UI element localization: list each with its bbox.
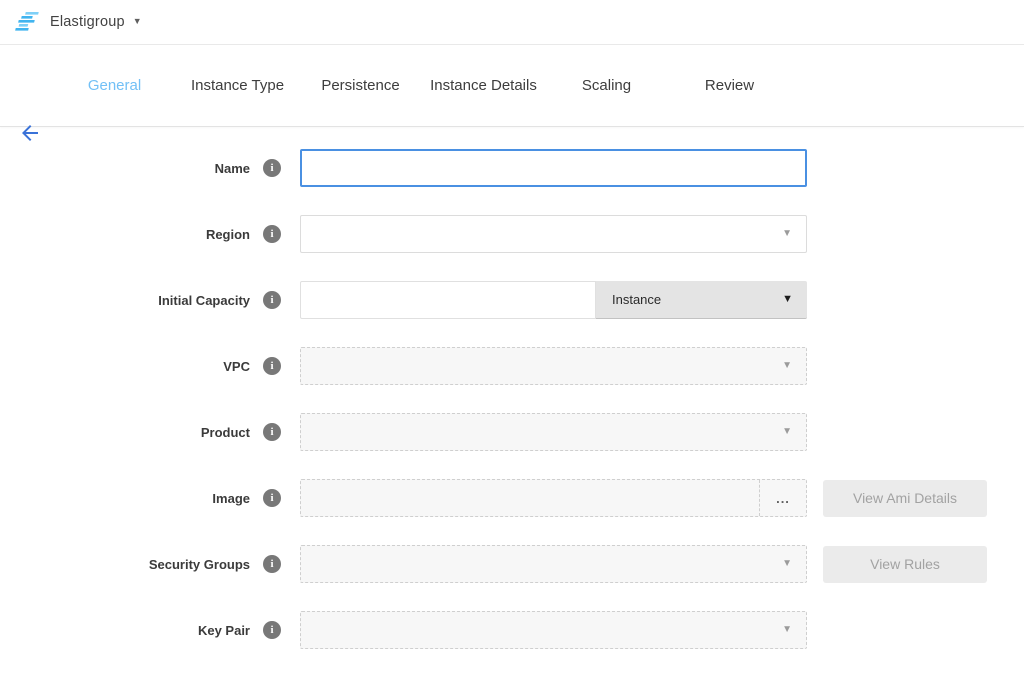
initial-capacity-input[interactable] — [300, 281, 596, 319]
form-row-security-groups: Security Groups i ▼ View Rules — [0, 545, 1024, 583]
region-info-icon[interactable]: i — [263, 225, 281, 243]
key-pair-caret-icon: ▼ — [782, 625, 792, 635]
image-picker-value — [301, 480, 759, 516]
key-pair-info-icon[interactable]: i — [263, 621, 281, 639]
security-groups-caret-icon: ▼ — [782, 559, 792, 569]
security-groups-info-icon[interactable]: i — [263, 555, 281, 573]
image-info-icon[interactable]: i — [263, 489, 281, 507]
security-groups-select: ▼ — [300, 545, 807, 583]
product-caret-icon: ▼ — [782, 427, 792, 437]
elastigroup-logo — [14, 11, 40, 33]
form-row-key-pair: Key Pair i ▼ — [0, 611, 1024, 649]
tab-general[interactable]: General — [53, 77, 176, 94]
capacity-unit-caret-icon: ▼ — [782, 294, 793, 305]
app-name[interactable]: Elastigroup — [50, 14, 125, 30]
region-label: Region — [0, 227, 250, 242]
key-pair-select: ▼ — [300, 611, 807, 649]
form-row-image: Image i ... View Ami Details — [0, 479, 1024, 517]
form-row-name: Name i — [0, 149, 1024, 187]
general-settings-form: Name i Region i ▼ Initial Capacity i Ins… — [0, 127, 1024, 649]
form-row-product: Product i ▼ — [0, 413, 1024, 451]
view-rules-button[interactable]: View Rules — [823, 546, 987, 583]
key-pair-label: Key Pair — [0, 623, 250, 638]
product-info-icon[interactable]: i — [263, 423, 281, 441]
name-label: Name — [0, 161, 250, 176]
capacity-unit-select[interactable]: Instance ▼ — [596, 281, 807, 319]
tab-instance-type[interactable]: Instance Type — [176, 77, 299, 94]
back-arrow-icon[interactable] — [18, 121, 42, 145]
vpc-select: ▼ — [300, 347, 807, 385]
app-menu-caret-icon[interactable]: ▼ — [133, 16, 142, 26]
wizard-tabs: General Instance Type Persistence Instan… — [53, 77, 791, 94]
image-picker: ... — [300, 479, 807, 517]
region-select[interactable]: ▼ — [300, 215, 807, 253]
form-row-region: Region i ▼ — [0, 215, 1024, 253]
tab-scaling[interactable]: Scaling — [545, 77, 668, 94]
security-groups-label: Security Groups — [0, 557, 250, 572]
form-row-initial-capacity: Initial Capacity i Instance ▼ — [0, 281, 1024, 319]
product-label: Product — [0, 425, 250, 440]
capacity-unit-value: Instance — [612, 292, 661, 307]
vpc-info-icon[interactable]: i — [263, 357, 281, 375]
tab-review[interactable]: Review — [668, 77, 791, 94]
region-caret-icon: ▼ — [782, 229, 792, 239]
tab-persistence[interactable]: Persistence — [299, 77, 422, 94]
form-row-vpc: VPC i ▼ — [0, 347, 1024, 385]
product-select: ▼ — [300, 413, 807, 451]
name-input[interactable] — [300, 149, 807, 187]
vpc-label: VPC — [0, 359, 250, 374]
name-info-icon[interactable]: i — [263, 159, 281, 177]
app-bar: Elastigroup ▼ — [0, 0, 1024, 45]
wizard-tab-bar: General Instance Type Persistence Instan… — [0, 45, 1024, 127]
image-browse-button[interactable]: ... — [759, 480, 806, 516]
tab-instance-details[interactable]: Instance Details — [422, 77, 545, 94]
image-label: Image — [0, 491, 250, 506]
view-ami-details-button[interactable]: View Ami Details — [823, 480, 987, 517]
initial-capacity-info-icon[interactable]: i — [263, 291, 281, 309]
initial-capacity-label: Initial Capacity — [0, 293, 250, 308]
vpc-caret-icon: ▼ — [782, 361, 792, 371]
